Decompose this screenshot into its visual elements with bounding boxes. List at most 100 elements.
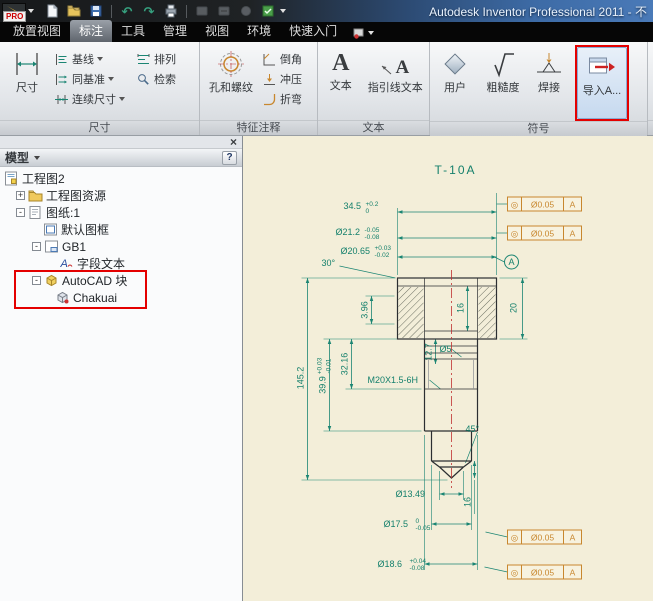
measure-button[interactable] [214, 2, 234, 20]
text-button[interactable]: A 文本 [321, 45, 361, 120]
fcf-datum: A [570, 229, 576, 239]
save-button[interactable] [86, 2, 106, 20]
pro-badge: PRO [3, 11, 26, 22]
dim-12-7: 12.7 [424, 343, 434, 361]
tab-place-views[interactable]: 放置视图 [4, 20, 70, 42]
leader-text-button[interactable]: A 指引线文本 [365, 45, 426, 120]
ribbon-options-button[interactable] [352, 27, 374, 42]
svg-text:-0.08: -0.08 [410, 565, 425, 572]
svg-text:0: 0 [416, 518, 420, 525]
new-document-button[interactable] [42, 2, 62, 20]
drawing-canvas-area[interactable]: ◎ Ø0.05 A ◎ Ø0.05 A ◎ Ø0.05 A ◎ [243, 136, 653, 601]
retrieve-label: 检索 [154, 71, 176, 87]
print-button[interactable] [161, 2, 181, 20]
fcf-datum: A [570, 568, 576, 578]
baseline-caret-icon [97, 57, 103, 61]
tab-tools[interactable]: 工具 [112, 20, 154, 42]
browser-header[interactable]: 模型 ? [0, 149, 242, 167]
svg-text:+0.03: +0.03 [375, 245, 392, 252]
tree-item-autocad-block[interactable]: - AutoCAD 块 [0, 272, 242, 289]
dim-20: 20 [509, 303, 519, 313]
field-text-icon: A [59, 256, 74, 271]
import-autocad-button[interactable]: 导入A... [577, 47, 627, 119]
sheet-icon [28, 205, 43, 220]
update-button[interactable] [258, 2, 278, 20]
tab-get-started[interactable]: 快速入门 [280, 20, 346, 42]
help-button[interactable]: ? [222, 151, 237, 165]
main-area: × 模型 ? 工程图2 + 工程图资源 - 图纸:1 [0, 136, 653, 601]
bend-note-button[interactable]: 折弯 [259, 89, 311, 109]
tree-label-default-border: 默认图框 [61, 221, 109, 238]
expander-minus-icon[interactable]: - [16, 208, 25, 217]
retrieve-button[interactable]: 检索 [133, 69, 189, 89]
hole-thread-note-button[interactable]: 孔和螺纹 [203, 45, 259, 120]
tree-item-field-text[interactable]: A 字段文本 [0, 255, 242, 272]
panel-label-text[interactable]: 文本 [318, 120, 429, 135]
dim-45deg: 45° [466, 424, 480, 434]
surface-texture-button[interactable]: 粗糙度 [477, 45, 529, 121]
application-menu-button[interactable]: PRO [2, 0, 38, 22]
undo-icon: ↶ [122, 5, 133, 18]
user-symbol-button[interactable]: 用户 [433, 45, 477, 121]
ribbon-options-icon [352, 27, 365, 39]
appearance-button[interactable] [236, 2, 256, 20]
weld-symbol-button[interactable]: 焊接 [529, 45, 569, 121]
datum-label: A [508, 257, 514, 267]
panel-label-symbols[interactable]: 符号 [430, 121, 647, 136]
ribbon: 尺寸 基线 同基准 连续尺寸 [0, 42, 653, 136]
bend-label: 折弯 [280, 91, 302, 107]
tree-item-chakuai[interactable]: Chakuai [0, 289, 242, 306]
baseline-dimension-button[interactable]: 基线 [51, 49, 133, 69]
same-datum-icon [54, 72, 69, 87]
punch-note-button[interactable]: 冲压 [259, 69, 311, 89]
panel-label-feature-notes[interactable]: 特征注释 [200, 120, 317, 135]
toolbar-separator [186, 5, 187, 18]
tab-annotate[interactable]: 标注 [70, 20, 112, 42]
same-datum-button[interactable]: 同基准 [51, 69, 133, 89]
fcf-frame-2: ◎ Ø0.05 A [508, 226, 582, 240]
dimension-button[interactable]: 尺寸 [3, 45, 51, 120]
qat-overflow-caret-icon[interactable] [280, 9, 286, 13]
chamfer-note-button[interactable]: 倒角 [259, 49, 311, 69]
surface-texture-icon [488, 49, 518, 79]
arrange-button[interactable]: 排列 [133, 49, 189, 69]
redo-button[interactable]: ↷ [139, 2, 159, 20]
rotate-view-button[interactable] [192, 2, 212, 20]
undo-button[interactable]: ↶ [117, 2, 137, 20]
import-autocad-label: 导入A... [583, 85, 622, 97]
dim-20-65: Ø20.65 [341, 246, 371, 256]
chain-dimension-button[interactable]: 连续尺寸 [51, 89, 133, 109]
tree-item-drawing2[interactable]: 工程图2 [0, 170, 242, 187]
dim-thread: M20X1.5-6H [368, 375, 419, 385]
tab-environments[interactable]: 环境 [238, 20, 280, 42]
fcf-frame-1: ◎ Ø0.05 A [508, 197, 582, 211]
close-browser-button[interactable]: × [225, 137, 242, 148]
tree-label-sheet1: 图纸:1 [46, 204, 80, 221]
fcf-symbol: ◎ [511, 533, 518, 543]
tree-item-sheet1[interactable]: - 图纸:1 [0, 204, 242, 221]
tab-manage[interactable]: 管理 [154, 20, 196, 42]
appearance-icon [238, 3, 254, 19]
tree-item-default-border[interactable]: 默认图框 [0, 221, 242, 238]
section-hatch-right [479, 287, 496, 338]
open-button[interactable] [64, 2, 84, 20]
expander-minus-icon[interactable]: - [32, 276, 41, 285]
dimension-lines [308, 212, 523, 564]
fcf-symbol: ◎ [511, 568, 518, 578]
browser-title-caret-icon [34, 156, 40, 160]
same-datum-label: 同基准 [72, 71, 105, 87]
drawing-canvas[interactable]: ◎ Ø0.05 A ◎ Ø0.05 A ◎ Ø0.05 A ◎ [243, 136, 653, 601]
bend-icon [262, 92, 277, 107]
tree-item-drawing-resources[interactable]: + 工程图资源 [0, 187, 242, 204]
tree-item-gb1[interactable]: - GB1 [0, 238, 242, 255]
dim-21-2: Ø21.2 [336, 227, 361, 237]
panel-label-dimension[interactable]: 尺寸 [0, 120, 199, 135]
expander-plus-icon[interactable]: + [16, 191, 25, 200]
same-datum-caret-icon [108, 77, 114, 81]
app-menu-caret-icon [28, 9, 34, 13]
expander-minus-icon[interactable]: - [32, 242, 41, 251]
dim-5: Ø5 [440, 344, 452, 354]
highlight-box-import: 导入A... [575, 45, 629, 121]
import-autocad-icon [587, 52, 617, 82]
tab-view[interactable]: 视图 [196, 20, 238, 42]
